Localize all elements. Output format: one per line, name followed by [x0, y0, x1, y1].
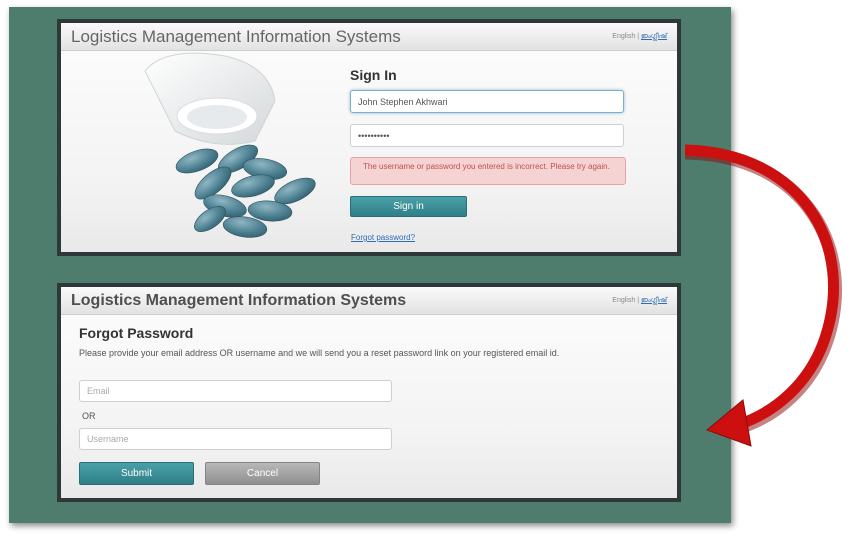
forgot-heading: Forgot Password — [79, 325, 194, 341]
forgot-description: Please provide your email address OR use… — [79, 348, 560, 358]
curved-arrow-icon — [685, 144, 842, 447]
language-switcher-2[interactable]: English | ഇംഗ്ലീഷ് — [612, 297, 667, 305]
language-alt-link[interactable]: ഇംഗ്ലീഷ് — [641, 33, 667, 40]
username-forgot-input[interactable]: Username — [79, 428, 392, 450]
password-input[interactable]: •••••••••• — [350, 124, 624, 147]
login-error-message: The username or password you entered is … — [350, 157, 626, 185]
language-switcher[interactable]: English | ഇംഗ്ലീഷ് — [612, 33, 667, 41]
pill-bottle-image — [144, 52, 316, 238]
app-header-2: Logistics Management Information Systems… — [61, 287, 677, 315]
email-input[interactable]: Email — [79, 380, 392, 402]
username-input[interactable]: John Stephen Akhwari — [350, 90, 624, 113]
forgot-password-link[interactable]: Forgot password? — [351, 233, 415, 242]
language-alt-link-2[interactable]: ഇംഗ്ലീഷ് — [641, 297, 667, 304]
signin-button[interactable]: Sign in — [350, 196, 467, 217]
signin-window-content: Logistics Management Information Systems… — [61, 23, 677, 252]
cancel-button[interactable]: Cancel — [205, 462, 320, 485]
app-title-2: Logistics Management Information Systems — [71, 292, 407, 309]
app-title: Logistics Management Information Systems — [71, 27, 401, 46]
forgot-window-content: Logistics Management Information Systems… — [61, 287, 677, 498]
signin-heading: Sign In — [350, 67, 397, 83]
language-current-2: English | — [612, 297, 640, 304]
forgot-password-window: Logistics Management Information Systems… — [57, 283, 681, 502]
signin-window: Logistics Management Information Systems… — [57, 19, 681, 256]
language-current: English | — [612, 33, 640, 40]
submit-button[interactable]: Submit — [79, 462, 194, 485]
or-label: OR — [82, 411, 96, 421]
app-header: Logistics Management Information Systems… — [61, 23, 677, 51]
